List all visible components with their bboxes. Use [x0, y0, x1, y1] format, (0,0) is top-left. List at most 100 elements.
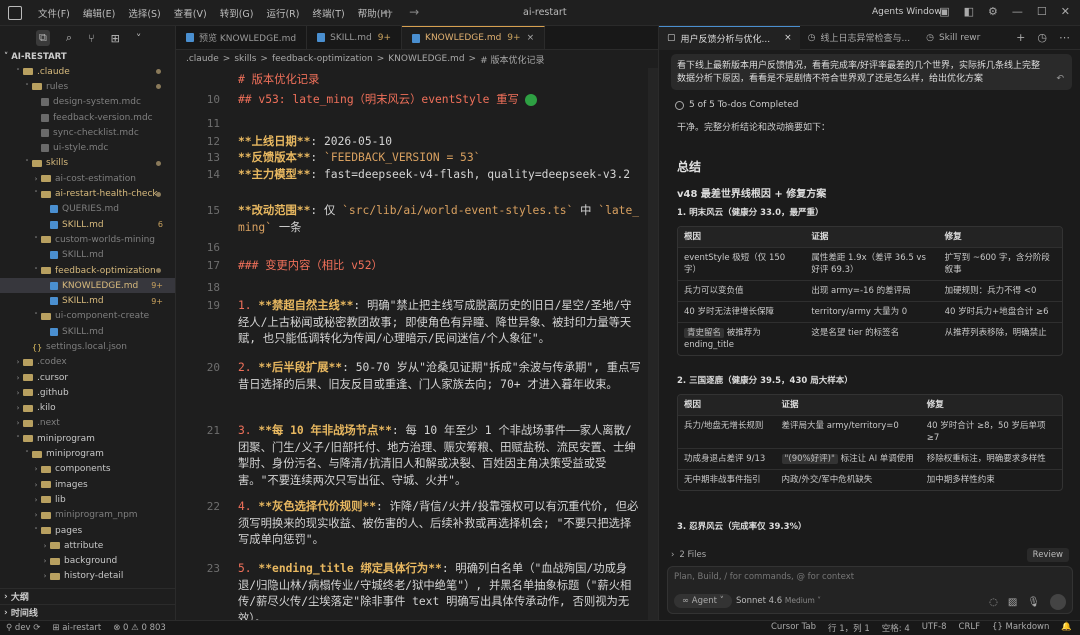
status-item[interactable]: {} Markdown	[992, 622, 1049, 634]
tree-item[interactable]: {} settings.local.json	[0, 339, 175, 354]
back-arrow-icon[interactable]: ←	[383, 5, 393, 19]
tree-item[interactable]: › history-detail	[0, 569, 175, 584]
code-line[interactable]: **上线日期**: 2026-05-10	[238, 134, 642, 151]
tree-item[interactable]: › .kilo	[0, 401, 175, 416]
tree-item[interactable]: › .cursor	[0, 370, 175, 385]
close-icon[interactable]: ×	[527, 33, 535, 43]
todos-status[interactable]: 5 of 5 To-dos Completed	[675, 98, 1068, 112]
send-icon[interactable]	[1050, 594, 1066, 610]
history-icon[interactable]: ◷	[1037, 31, 1047, 44]
tree-item[interactable]: › images	[0, 477, 175, 492]
code-line[interactable]: 3. **每 10 年非战场节点**: 每 10 年至少 1 个非战场事件——家…	[238, 423, 642, 489]
status-item[interactable]: 空格: 4	[882, 622, 910, 634]
menu-item[interactable]: 编辑(E)	[83, 9, 115, 20]
status-item[interactable]: 行 1，列 1	[828, 622, 870, 634]
chat-input-placeholder[interactable]: Plan, Build, / for commands, @ for conte…	[674, 572, 854, 582]
menu-item[interactable]: 终端(T)	[312, 9, 344, 20]
editor-scrollbar[interactable]	[648, 68, 658, 620]
code-line[interactable]: **主力模型**: fast=deepseek-v4-flash, qualit…	[238, 167, 642, 184]
breadcrumb-item[interactable]: skills	[234, 54, 256, 64]
tree-item[interactable]: SKILL.md 6	[0, 217, 175, 232]
tree-item[interactable]: ˅ ui-component-create	[0, 309, 175, 324]
maximize-icon[interactable]: ☐	[1037, 5, 1047, 18]
tree-item[interactable]: › components	[0, 462, 175, 477]
close-icon[interactable]: ✕	[1061, 5, 1070, 18]
agent-mode-button[interactable]: ∞ Agent ˅	[674, 594, 732, 608]
explorer-icon[interactable]: ⧉	[36, 30, 50, 46]
status-item[interactable]: ⊞ ai-restart	[52, 623, 101, 633]
tree-item[interactable]: › miniprogram_npm	[0, 508, 175, 523]
tree-item[interactable]: feedback-version.mdc	[0, 110, 175, 125]
status-item[interactable]: UTF-8	[922, 622, 947, 634]
breadcrumb-item[interactable]: .claude	[186, 54, 219, 64]
more-icon[interactable]: ⋯	[1059, 31, 1070, 44]
code-line[interactable]: 5. **ending_title 绑定具体行为**: 明确列白名单（"血战殉国…	[238, 561, 642, 620]
status-item[interactable]: CRLF	[959, 622, 980, 634]
agents-window-button[interactable]: Agents Window	[872, 7, 942, 17]
editor-tab[interactable]: KNOWLEDGE.md 9+ ×	[402, 26, 546, 49]
extensions-icon[interactable]: ⊞	[111, 32, 120, 45]
tree-item[interactable]: ˅ .claude	[0, 64, 175, 79]
menu-item[interactable]: 选择(S)	[128, 9, 160, 20]
timeline-section[interactable]: › 时间线	[0, 604, 175, 620]
chevron-down-icon[interactable]: ˅	[136, 32, 142, 45]
status-item[interactable]: ⚲ dev ⟳	[6, 623, 40, 633]
tree-item[interactable]: design-system.mdc	[0, 95, 175, 110]
code-line[interactable]: **改动范围**: 仅 `src/lib/ai/world-event-styl…	[238, 203, 642, 236]
tree-item[interactable]: SKILL.md 9+	[0, 293, 175, 308]
tree-item[interactable]: › .codex	[0, 355, 175, 370]
gear-icon[interactable]: ⚙	[988, 5, 998, 18]
status-item[interactable]: Cursor Tab	[771, 622, 816, 634]
tree-item[interactable]: ˅ feedback-optimization	[0, 263, 175, 278]
workspace-root[interactable]: ˅ AI-RESTART	[0, 50, 175, 64]
model-selector[interactable]: Sonnet 4.6 Medium ˅	[736, 596, 821, 606]
layout-icon[interactable]: ▣	[939, 5, 949, 18]
tree-item[interactable]: ˅ rules	[0, 79, 175, 94]
source-control-icon[interactable]: ⑂	[88, 32, 95, 45]
code-line[interactable]: 4. **灰色选择代价规则**: 诈降/背信/火并/投靠强权可以有沉重代价, 但…	[238, 499, 642, 549]
undo-icon[interactable]: ↶	[1056, 73, 1064, 86]
code-line[interactable]: 2. **后半段扩展**: 50-70 岁从"沧桑见证期"拆成"余波与传承期",…	[238, 360, 642, 393]
review-button[interactable]: Review	[1026, 548, 1069, 562]
tree-item[interactable]: QUERIES.md	[0, 202, 175, 217]
menu-item[interactable]: 转到(G)	[220, 9, 254, 20]
code-view[interactable]: # 版本优化记录 10 ## v53: late_ming（明末风云）eventSt…	[176, 68, 658, 620]
forward-arrow-icon[interactable]: →	[409, 5, 419, 19]
code-line[interactable]: # 版本优化记录	[238, 72, 642, 89]
tab-agent-feedback[interactable]: ▢ 用户反馈分析与优化... ×	[659, 25, 800, 50]
mic-icon[interactable]: 🎙	[1027, 597, 1040, 608]
code-line[interactable]: 1. **禁超自然主线**: 明确"禁止把主线写成脱离历史的旧日/星空/圣地/守…	[238, 298, 642, 348]
menu-item[interactable]: 查看(V)	[174, 9, 207, 20]
tree-item[interactable]: ˅ pages	[0, 523, 175, 538]
code-line[interactable]: ### 变更内容（相比 v52）	[238, 258, 642, 275]
tree-item[interactable]: › lib	[0, 492, 175, 507]
tree-item[interactable]: SKILL.md	[0, 248, 175, 263]
minimize-icon[interactable]: —	[1012, 5, 1023, 18]
tree-item[interactable]: KNOWLEDGE.md 9+	[0, 278, 175, 294]
close-icon[interactable]: ×	[784, 33, 792, 43]
tree-item[interactable]: ˅ ai-restart-health-check	[0, 186, 175, 201]
user-message[interactable]: 看下线上最新版本用户反馈情况，看看完成率/好评率最差的几个世界，实际拆几条线上完…	[671, 54, 1072, 90]
breadcrumb-item[interactable]: KNOWLEDGE.md	[388, 54, 464, 64]
menu-item[interactable]: 运行(R)	[266, 9, 299, 20]
tree-item[interactable]: ˅ miniprogram	[0, 431, 175, 446]
image-icon[interactable]: ▨	[1008, 597, 1017, 608]
tree-item[interactable]: ui-style.mdc	[0, 140, 175, 155]
status-item[interactable]: ⊗ 0 ⚠ 0 803	[113, 623, 166, 633]
tree-item[interactable]: › background	[0, 554, 175, 569]
tree-item[interactable]: › .github	[0, 385, 175, 400]
changed-files-bar[interactable]: › 2 Files Review	[671, 546, 1069, 564]
chat-input-box[interactable]: Plan, Build, / for commands, @ for conte…	[667, 566, 1073, 614]
menu-item[interactable]: 文件(F)	[38, 9, 70, 20]
tree-item[interactable]: sync-checklist.mdc	[0, 125, 175, 140]
breadcrumb-item[interactable]: feedback-optimization	[272, 54, 373, 64]
editor-tab[interactable]: 预览 KNOWLEDGE.md	[176, 26, 308, 49]
tree-item[interactable]: SKILL.md	[0, 324, 175, 339]
tree-item[interactable]: ˅ miniprogram	[0, 446, 175, 461]
editor-tab[interactable]: SKILL.md 9+	[307, 26, 403, 49]
tab-agent-logs[interactable]: ◷ 线上日志异常检查与...	[800, 26, 918, 50]
breadcrumb-item[interactable]: # 版本优化记录	[480, 53, 544, 66]
tab-agent-skill[interactable]: ◷ Skill rewr	[918, 26, 988, 50]
code-line[interactable]: ## v53: late_ming（明末风云）eventStyle 重写	[238, 92, 642, 109]
tree-item[interactable]: › attribute	[0, 538, 175, 553]
